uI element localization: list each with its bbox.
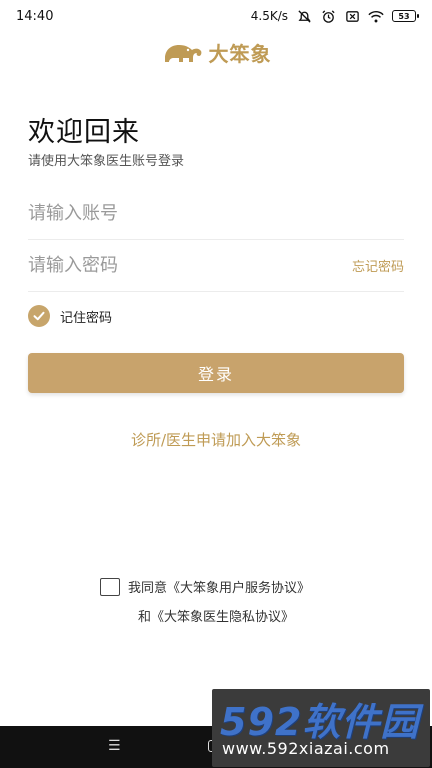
forgot-password-link[interactable]: 忘记密码	[352, 256, 404, 275]
password-field-row: 忘记密码	[28, 240, 404, 292]
agreement-checkbox[interactable]	[100, 577, 120, 596]
agreement-row: 我同意《大笨象用户服务协议》	[100, 577, 310, 596]
account-field-row	[28, 188, 404, 240]
privacy-agreement-link[interactable]: 和《大笨象医生隐私协议》	[0, 606, 432, 625]
sim-off-icon	[344, 8, 360, 24]
check-icon[interactable]	[28, 305, 50, 327]
watermark-title: 592软件园	[220, 700, 420, 744]
remember-password-toggle[interactable]: 记住密码	[28, 305, 112, 327]
battery-icon: 53	[392, 10, 419, 22]
network-speed: 4.5K/s	[250, 9, 288, 23]
alarm-icon	[320, 8, 336, 24]
page-title: 欢迎回来	[28, 117, 140, 148]
logo-text: 大笨象	[208, 41, 272, 66]
status-icons: 4.5K/s 53	[250, 8, 419, 24]
watermark: 592软件园 www.592xiazai.com	[212, 689, 430, 767]
mute-icon	[296, 8, 312, 24]
apply-join-link[interactable]: 诊所/医生申请加入大笨象	[0, 429, 432, 450]
remember-password-label: 记住密码	[60, 310, 113, 326]
elephant-icon	[164, 45, 201, 62]
password-input[interactable]	[28, 255, 308, 276]
account-input[interactable]	[28, 203, 308, 224]
user-agreement-link[interactable]: 我同意《大笨象用户服务协议》	[128, 577, 310, 596]
page-subtitle: 请使用大笨象医生账号登录	[28, 154, 185, 169]
wifi-icon	[368, 8, 384, 24]
app-logo: 大笨象	[0, 38, 432, 66]
login-button[interactable]: 登录	[28, 353, 404, 393]
status-time: 14:40	[16, 8, 54, 24]
watermark-url: www.592xiazai.com	[222, 739, 390, 758]
status-bar: 14:40 4.5K/s 53	[0, 0, 432, 32]
menu-icon[interactable]: ☰	[108, 738, 121, 754]
